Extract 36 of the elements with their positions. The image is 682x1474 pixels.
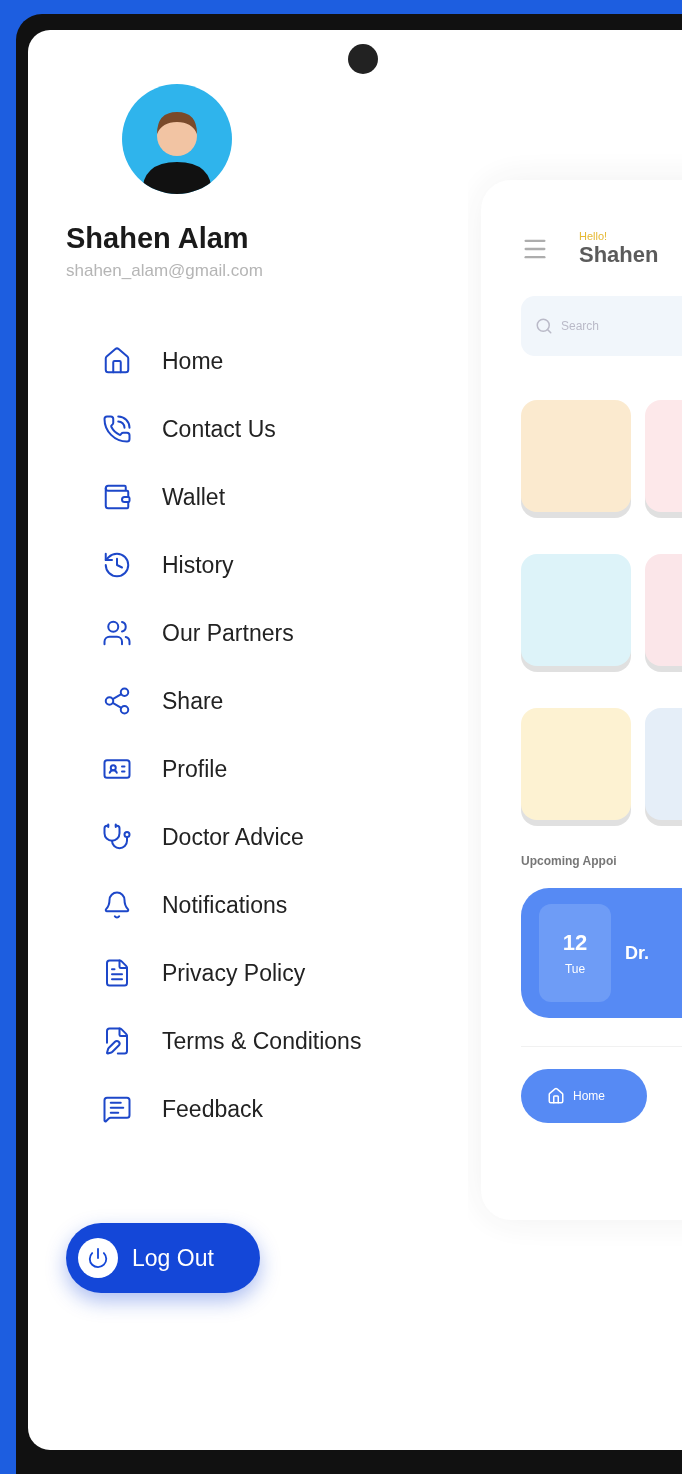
phone-icon — [102, 414, 132, 444]
menu-item[interactable]: Home — [162, 347, 224, 375]
greeting-text: Hello! — [579, 230, 609, 242]
menu-item[interactable]: Notifications — [162, 891, 288, 919]
section-title: Upcoming Appoi — [521, 854, 618, 868]
menu-item[interactable]: Terms & Conditions — [162, 1027, 362, 1055]
message-icon — [102, 1094, 132, 1124]
camera-dot — [348, 44, 378, 74]
service-tile[interactable] — [521, 554, 631, 666]
user-name: Shahen Alam — [66, 222, 250, 255]
menu-item[interactable]: Profile — [162, 755, 228, 783]
bell-icon — [102, 890, 132, 920]
logout-button[interactable]: Log Out — [66, 1223, 260, 1293]
menu-item[interactable]: Our Partners — [162, 619, 294, 647]
power-icon — [78, 1238, 118, 1278]
clock-icon — [102, 550, 132, 580]
share-icon — [102, 686, 132, 716]
doctor-name: Dr. — [625, 942, 649, 964]
menu-item[interactable]: Share — [162, 687, 224, 715]
preview-user-name: Shahen — [579, 242, 659, 268]
wallet-icon — [102, 482, 132, 512]
search-icon — [535, 317, 553, 335]
menu-item[interactable]: Doctor Advice — [162, 823, 304, 851]
menu-item[interactable]: Privacy Policy — [162, 959, 306, 987]
menu-item[interactable]: Feedback — [162, 1095, 263, 1123]
people-icon — [102, 618, 132, 648]
date-badge: 12 Tue — [539, 904, 611, 1002]
service-tile[interactable] — [521, 708, 631, 820]
menu-item[interactable]: History — [162, 551, 234, 579]
menu-item[interactable]: Wallet — [162, 483, 226, 511]
user-email: shahen_alam@gmail.com — [66, 261, 264, 281]
house-icon — [102, 346, 132, 376]
stethoscope-icon — [102, 822, 132, 852]
menu-item[interactable]: Contact Us — [162, 415, 276, 443]
service-tile[interactable] — [521, 400, 631, 512]
house-icon — [547, 1087, 565, 1105]
